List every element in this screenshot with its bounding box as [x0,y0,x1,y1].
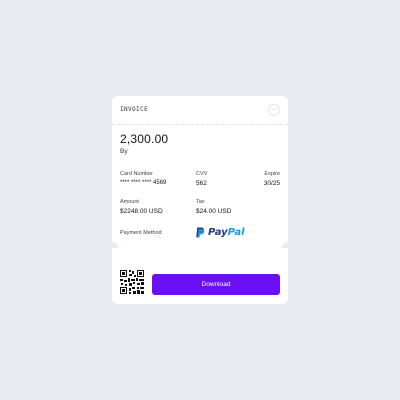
tax-value: $24.00 USD [196,208,232,215]
cvv-label: CVV [196,171,208,177]
total-amount: 2,300.00 [120,132,169,146]
download-button[interactable]: Download [152,274,280,295]
amount-value: $2248.00 USD [120,208,163,215]
card-number-label: Card Number [120,171,154,177]
invoice-card: INVOICE ··· 2,300.00 By Card Number ****… [106,96,294,304]
paypal-logo: PayPal [196,227,245,238]
by-label: By [120,148,128,155]
paypal-p-icon [196,227,205,238]
download-button-label: Download [201,281,231,288]
card-number-value: **** **** **** 4569 [120,180,167,186]
expire-label: Expire [264,171,280,177]
cvv-value: 562 [196,180,207,187]
tax-label: Tax [196,199,205,205]
payment-method-label: Payment Method [120,230,162,236]
qr-code-icon [120,270,144,294]
paypal-wordmark: PayPal [208,227,245,238]
header-divider [112,124,288,125]
invoice-details-panel: INVOICE ··· 2,300.00 By Card Number ****… [112,96,288,248]
more-horizontal-icon: ··· [271,107,277,113]
amount-label: Amount [120,199,139,205]
invoice-title: INVOICE [120,106,149,113]
more-options-button[interactable]: ··· [268,104,280,116]
expire-value: 30/25 [263,180,280,187]
